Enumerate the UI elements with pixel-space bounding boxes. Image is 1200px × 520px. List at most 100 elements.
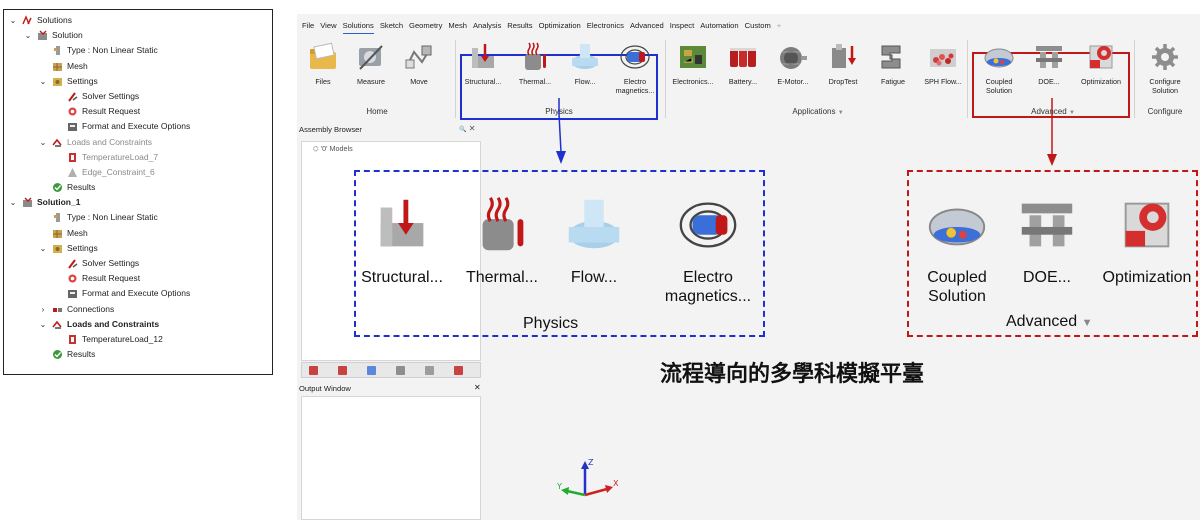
tree-row-label: Mesh — [67, 227, 88, 238]
zoom-thermal-button: Thermal... — [460, 192, 544, 287]
tree-row-label: Format and Execute Options — [82, 121, 191, 132]
settings-icon — [53, 77, 62, 86]
tree-row[interactable]: Mesh — [4, 226, 272, 241]
tree-row-label: Solution_1 — [37, 197, 81, 208]
tree-row-label: Solver Settings — [82, 258, 140, 268]
tree-row[interactable]: Results — [4, 180, 272, 195]
tree-row-label: Solver Settings — [82, 90, 140, 101]
zoom-item-label: Flow... — [570, 269, 618, 286]
optimization-icon — [1124, 202, 1170, 248]
tree-row[interactable]: Solver Settings — [4, 89, 272, 104]
tree-row[interactable]: Type : Non Linear Static — [4, 210, 272, 225]
chevron-down-icon[interactable]: ⌄ — [8, 195, 18, 210]
zoom-electromagnetics-button: Electro magnetics... — [656, 192, 760, 306]
format-icon — [68, 290, 77, 299]
tree-row-label: Results — [67, 182, 96, 193]
tree-row-label: Loads and Constraints — [67, 136, 153, 147]
tree-row-label: Format and Execute Options — [82, 288, 191, 299]
tree-row[interactable]: ⌄ Solutions — [4, 13, 272, 28]
tree-row[interactable]: Mesh — [4, 59, 272, 74]
solution-icon — [38, 30, 47, 41]
tree-row-label: TemperatureLoad_7 — [82, 151, 159, 162]
tree-row-label: Settings — [67, 75, 98, 86]
zoom-optimization-button: Optimization — [1099, 192, 1195, 287]
zoom-flow-button: Flow... — [552, 192, 636, 287]
tree-row[interactable]: ⌄ Solution_1 — [4, 195, 272, 210]
tree-row-label: Results — [67, 349, 96, 360]
chevron-down-icon[interactable]: ⌄ — [23, 28, 33, 43]
tree-row[interactable]: Solver Settings — [4, 256, 272, 271]
chevron-right-icon[interactable]: › — [38, 302, 48, 317]
tree-row[interactable]: Edge_Constraint_6 — [4, 165, 272, 180]
browser-tab-strip — [301, 362, 481, 378]
loads-icon — [52, 320, 62, 329]
result-icon — [68, 274, 77, 283]
more-tab-icon[interactable] — [451, 365, 467, 376]
chevron-down-icon[interactable]: ⌄ — [38, 241, 48, 256]
zoom-group-advanced-text: Advanced — [1006, 313, 1078, 330]
results-icon — [53, 350, 62, 360]
tree-row[interactable]: Format and Execute Options — [4, 119, 272, 134]
tree-row-label: Type : Non Linear Static — [67, 45, 158, 56]
chevron-down-icon[interactable]: ⌄ — [38, 135, 48, 150]
box-tab-icon[interactable] — [422, 365, 438, 376]
close-icon[interactable]: ✕ — [474, 383, 481, 392]
mesh-icon — [53, 229, 62, 238]
tree-row[interactable]: TemperatureLoad_12 — [4, 332, 272, 347]
mesh-icon — [53, 62, 62, 71]
output-window-title: Output Window — [299, 384, 351, 393]
chevron-down-icon: ▼ — [1081, 317, 1093, 329]
type-icon — [54, 46, 60, 56]
solutions-tab-icon[interactable] — [335, 365, 351, 376]
tree-row[interactable]: ⌄ Loads and Constraints — [4, 135, 272, 150]
advanced-zoom-callout: Advanced ▼ Coupled Solution DOE... Optimiz… — [907, 170, 1198, 337]
results-icon — [53, 183, 62, 193]
triad-axes: Z X Y — [556, 458, 619, 497]
tree-row[interactable]: Format and Execute Options — [4, 286, 272, 301]
axis-label-y: Y — [556, 482, 562, 491]
tree-row[interactable]: ⌄ Settings — [4, 241, 272, 256]
tree-row[interactable]: Result Request — [4, 104, 272, 119]
axis-label-z: Z — [588, 458, 594, 467]
zoom-group-advanced: Advanced ▼ — [1006, 313, 1093, 331]
tree-row[interactable]: ⌄ Loads and Constraints — [4, 317, 272, 332]
tree-row-label: TemperatureLoad_12 — [82, 333, 163, 344]
tree-row-label: Loads and Constraints — [67, 318, 160, 329]
zoom-item-label: Thermal... — [465, 269, 538, 286]
tree-row[interactable]: TemperatureLoad_7 — [4, 150, 272, 165]
chevron-down-icon[interactable]: ⌄ — [8, 13, 18, 28]
axis-label-x: X — [613, 479, 619, 488]
coupled-icon — [928, 208, 986, 246]
flow-icon — [568, 199, 620, 249]
tools-tab-icon[interactable] — [364, 365, 380, 376]
caption-text: 流程導向的多學科模擬平臺 — [660, 362, 925, 387]
type-icon — [54, 213, 60, 223]
output-window-pane — [301, 396, 481, 520]
callout-arrows — [556, 98, 1057, 166]
tempload-icon — [69, 334, 76, 344]
application-window: File View Solutions Sketch Geometry Mesh Analy… — [297, 14, 1200, 520]
chevron-down-icon[interactable]: ⌄ — [38, 317, 48, 332]
thermal-icon — [482, 196, 524, 251]
tree-row[interactable]: › Connections — [4, 302, 272, 317]
tree-row[interactable]: ⌄ Settings — [4, 74, 272, 89]
edge-icon — [68, 167, 77, 177]
tree-row[interactable]: Type : Non Linear Static — [4, 43, 272, 58]
tree-row[interactable]: Result Request — [4, 271, 272, 286]
result-icon — [68, 107, 77, 116]
solution-tab-icon[interactable] — [306, 365, 322, 376]
solutions-icon — [22, 15, 32, 25]
pen-tab-icon[interactable] — [393, 365, 409, 376]
zoom-item-label: Electro magnetics... — [664, 269, 752, 305]
tree-row[interactable]: ⌄ Solution — [4, 28, 272, 43]
settings-icon — [53, 244, 62, 253]
doe-icon — [1021, 203, 1073, 247]
tree-row-label: Settings — [67, 242, 98, 253]
zoom-item-label: Structural... — [361, 269, 443, 286]
zoom-structural-button: Structural... — [356, 192, 448, 287]
zoom-item-label: DOE... — [1022, 269, 1071, 286]
solution-icon — [23, 197, 32, 208]
chevron-down-icon[interactable]: ⌄ — [38, 74, 48, 89]
zoom-doe-button: DOE... — [1009, 192, 1085, 287]
tree-row[interactable]: Results — [4, 347, 272, 362]
